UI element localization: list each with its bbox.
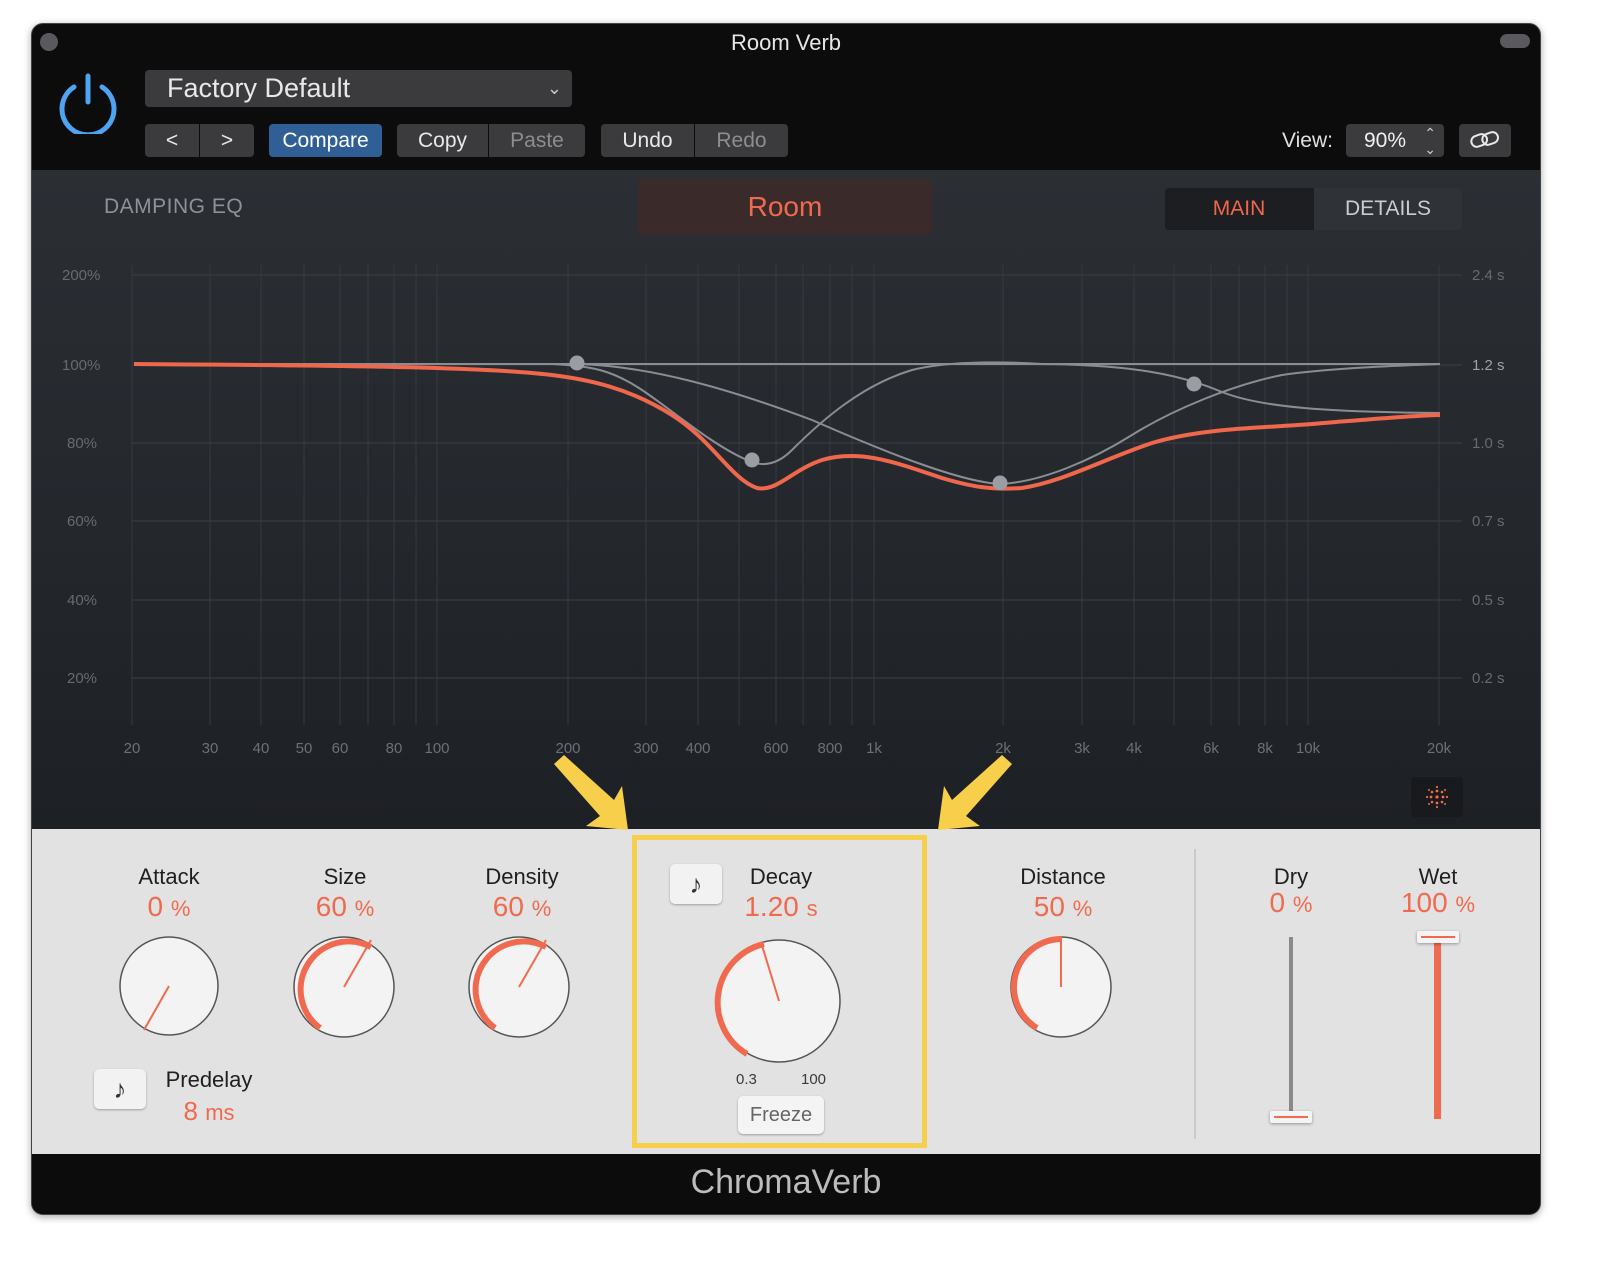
attack-label: Attack — [138, 864, 200, 889]
x-label-4k: 4k — [1126, 740, 1142, 757]
y-right-label-1.2: 1.2 s — [1472, 357, 1505, 374]
annotation-arrow-left — [554, 755, 628, 830]
eq-response-curve — [133, 362, 1441, 491]
preset-menu[interactable]: Factory Default ⌄ — [145, 70, 572, 107]
decay-value: 1.20 s — [744, 891, 818, 922]
plugin-name-footer: ChromaVerb — [32, 1154, 1540, 1214]
dry-value: 0 % — [1269, 887, 1313, 918]
decay-sync-button[interactable]: ♪ — [670, 864, 722, 904]
predelay-value: 8 ms — [183, 1096, 235, 1126]
x-label-1k: 1k — [866, 740, 882, 757]
predelay-label: Predelay — [165, 1067, 253, 1092]
y-right-label-1.0: 1.0 s — [1472, 435, 1505, 452]
next-preset-button[interactable]: > — [200, 124, 254, 157]
parameter-panel: Attack 0 % Size 60 % Density 60 % ♪ Pred… — [32, 829, 1540, 1154]
x-label-30: 30 — [201, 740, 219, 757]
music-note-icon: ♪ — [689, 869, 703, 899]
music-note-icon: ♪ — [113, 1074, 127, 1104]
up-down-arrows-icon: ⌃ ⌄ — [1424, 125, 1436, 157]
compare-button[interactable]: Compare — [269, 124, 382, 157]
spectrum-icon — [1425, 785, 1449, 809]
damping-eq-panel: DAMPING EQ Room MAIN DETAILS 200% 100% 8… — [32, 170, 1540, 829]
previous-preset-button[interactable]: < — [145, 124, 199, 157]
y-right-label-0.7: 0.7 s — [1472, 513, 1505, 530]
y-left-label-20: 20% — [67, 670, 98, 687]
decay-knob[interactable] — [712, 934, 846, 1068]
y-left-label-80: 80% — [67, 435, 98, 452]
eq-grid — [132, 274, 1462, 679]
x-label-6k: 6k — [1203, 740, 1219, 757]
eq-handle-high — [1186, 376, 1202, 392]
wet-value: 100 % — [1400, 887, 1476, 918]
x-label-10k: 10k — [1295, 740, 1321, 757]
x-label-20k: 20k — [1426, 740, 1452, 757]
size-label: Size — [323, 864, 367, 889]
eq-handle-low — [569, 355, 585, 371]
y-right-label-0.5: 0.5 s — [1472, 592, 1505, 609]
freeze-button[interactable]: Freeze — [738, 1096, 824, 1134]
y-right-label-2.4: 2.4 s — [1472, 267, 1505, 284]
dry-slider-handle[interactable] — [1270, 1111, 1312, 1123]
density-value: 60 % — [492, 891, 552, 922]
title-bar: Room Verb — [32, 24, 1540, 58]
chevron-down-icon: ⌄ — [546, 78, 562, 98]
preset-name: Factory Default — [167, 73, 351, 103]
y-left-label-60: 60% — [67, 513, 98, 530]
y-right-label-0.2: 0.2 s — [1472, 670, 1505, 687]
size-knob[interactable] — [289, 932, 399, 1042]
power-icon[interactable] — [56, 70, 120, 134]
size-value: 60 % — [315, 891, 375, 922]
y-left-label-200: 200% — [62, 267, 101, 284]
attack-knob[interactable] — [117, 934, 221, 1038]
eq-vertical-grid — [131, 265, 1440, 725]
decay-min-label: 0.3 — [736, 1071, 757, 1088]
predelay-sync-button[interactable]: ♪ — [94, 1069, 146, 1109]
link-icon — [1470, 131, 1500, 148]
x-label-100: 100 — [424, 740, 450, 757]
window-title: Room Verb — [730, 30, 842, 55]
view-zoom-value: 90% — [1364, 129, 1407, 152]
x-label-40: 40 — [252, 740, 270, 757]
undo-button[interactable]: Undo — [601, 124, 694, 157]
wet-slider-track[interactable] — [1434, 937, 1441, 1119]
distance-knob[interactable] — [1006, 932, 1116, 1042]
x-label-60: 60 — [331, 740, 349, 757]
decay-max-label: 100 — [801, 1071, 827, 1088]
x-label-400: 400 — [685, 740, 711, 757]
redo-button[interactable]: Redo — [695, 124, 788, 157]
x-label-50: 50 — [295, 740, 313, 757]
eq-handle-mid-high — [992, 475, 1008, 491]
y-left-label-40: 40% — [67, 592, 98, 609]
paste-button[interactable]: Paste — [489, 124, 585, 157]
x-label-800: 800 — [817, 740, 843, 757]
view-zoom-select[interactable]: 90% ⌃ ⌄ — [1346, 124, 1444, 157]
x-label-80: 80 — [385, 740, 403, 757]
x-label-600: 600 — [763, 740, 789, 757]
eq-band-low-curve — [134, 361, 1441, 466]
x-label-3k: 3k — [1074, 740, 1090, 757]
attack-value: 0 % — [147, 891, 191, 922]
spectrum-toggle-button[interactable] — [1411, 777, 1463, 817]
distance-value: 50 % — [1033, 891, 1093, 922]
window-zoom-pill[interactable] — [1500, 34, 1530, 48]
decay-label: Decay — [749, 864, 813, 889]
annotation-arrow-right — [938, 755, 1012, 830]
y-left-label-100: 100% — [62, 357, 101, 374]
copy-button[interactable]: Copy — [397, 124, 488, 157]
dry-slider-track[interactable] — [1289, 937, 1293, 1117]
density-knob[interactable] — [464, 932, 574, 1042]
view-label: View: — [1282, 129, 1333, 152]
density-label: Density — [485, 864, 559, 889]
eq-handle-mid-low — [744, 452, 760, 468]
distance-label: Distance — [1020, 864, 1106, 889]
x-label-8k: 8k — [1257, 740, 1273, 757]
section-divider — [1194, 849, 1196, 1139]
plugin-window: Room Verb Factory Default ⌄ < > Compare … — [31, 23, 1541, 1215]
wet-slider-handle[interactable] — [1417, 931, 1459, 943]
x-label-20: 20 — [123, 740, 141, 757]
eq-band-high-curve — [134, 363, 1441, 414]
eq-graph[interactable] — [32, 170, 1540, 829]
link-button[interactable] — [1459, 124, 1511, 157]
